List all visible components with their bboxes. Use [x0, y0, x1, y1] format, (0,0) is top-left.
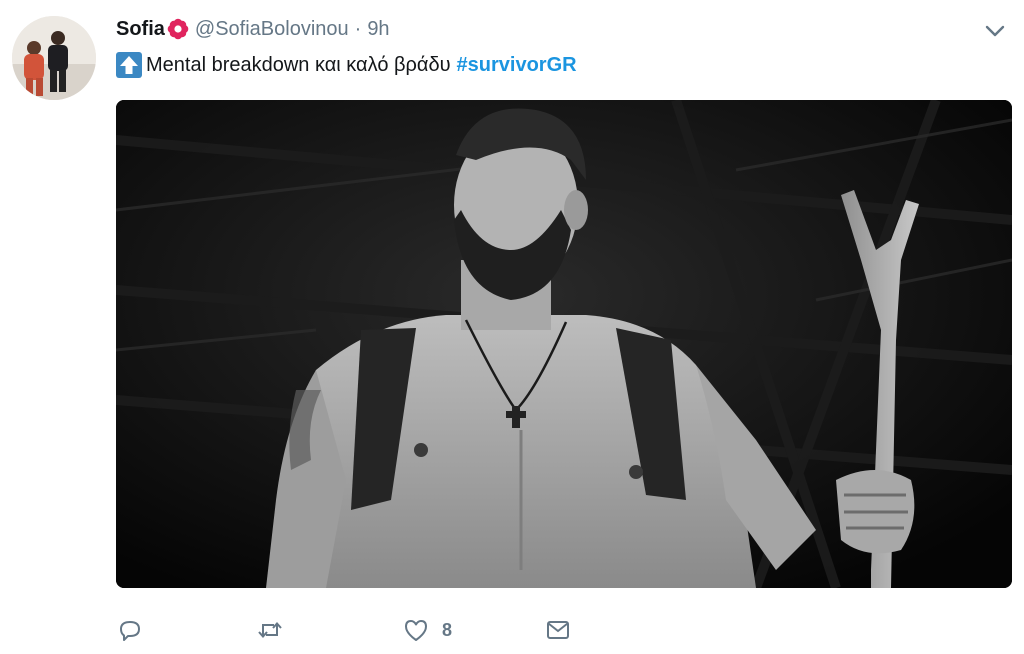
tweet-header: Sofia @SofiaBolovinou · 9h: [116, 14, 390, 44]
separator-dot: ·: [354, 17, 362, 40]
user-handle[interactable]: @SofiaBolovinou: [195, 18, 349, 41]
reply-button[interactable]: [116, 612, 144, 648]
avatar[interactable]: [12, 16, 96, 100]
reply-icon: [120, 621, 140, 641]
retweet-icon: [258, 621, 282, 639]
tweet-actions: 8: [116, 612, 616, 648]
photo-image: [116, 100, 1012, 588]
up-arrow-emoji-icon: [116, 52, 142, 78]
like-count: 8: [442, 619, 453, 640]
like-button[interactable]: 8: [402, 612, 452, 648]
display-name[interactable]: Sofia: [116, 18, 165, 41]
timestamp[interactable]: 9h: [367, 18, 389, 41]
direct-message-button[interactable]: [544, 612, 572, 648]
envelope-icon: [547, 621, 569, 639]
chevron-down-icon[interactable]: [982, 18, 1008, 44]
tweet-body: Mental breakdown και καλό βράδυ: [146, 53, 451, 76]
tweet-text: Mental breakdown και καλό βράδυ #survivo…: [116, 50, 577, 80]
retweet-button[interactable]: [256, 612, 284, 648]
avatar-image: [12, 16, 96, 100]
tweet-photo[interactable]: [116, 100, 1012, 588]
hashtag-link[interactable]: #survivorGR: [457, 54, 577, 77]
flower-icon: [167, 18, 189, 40]
heart-icon: [405, 620, 427, 641]
